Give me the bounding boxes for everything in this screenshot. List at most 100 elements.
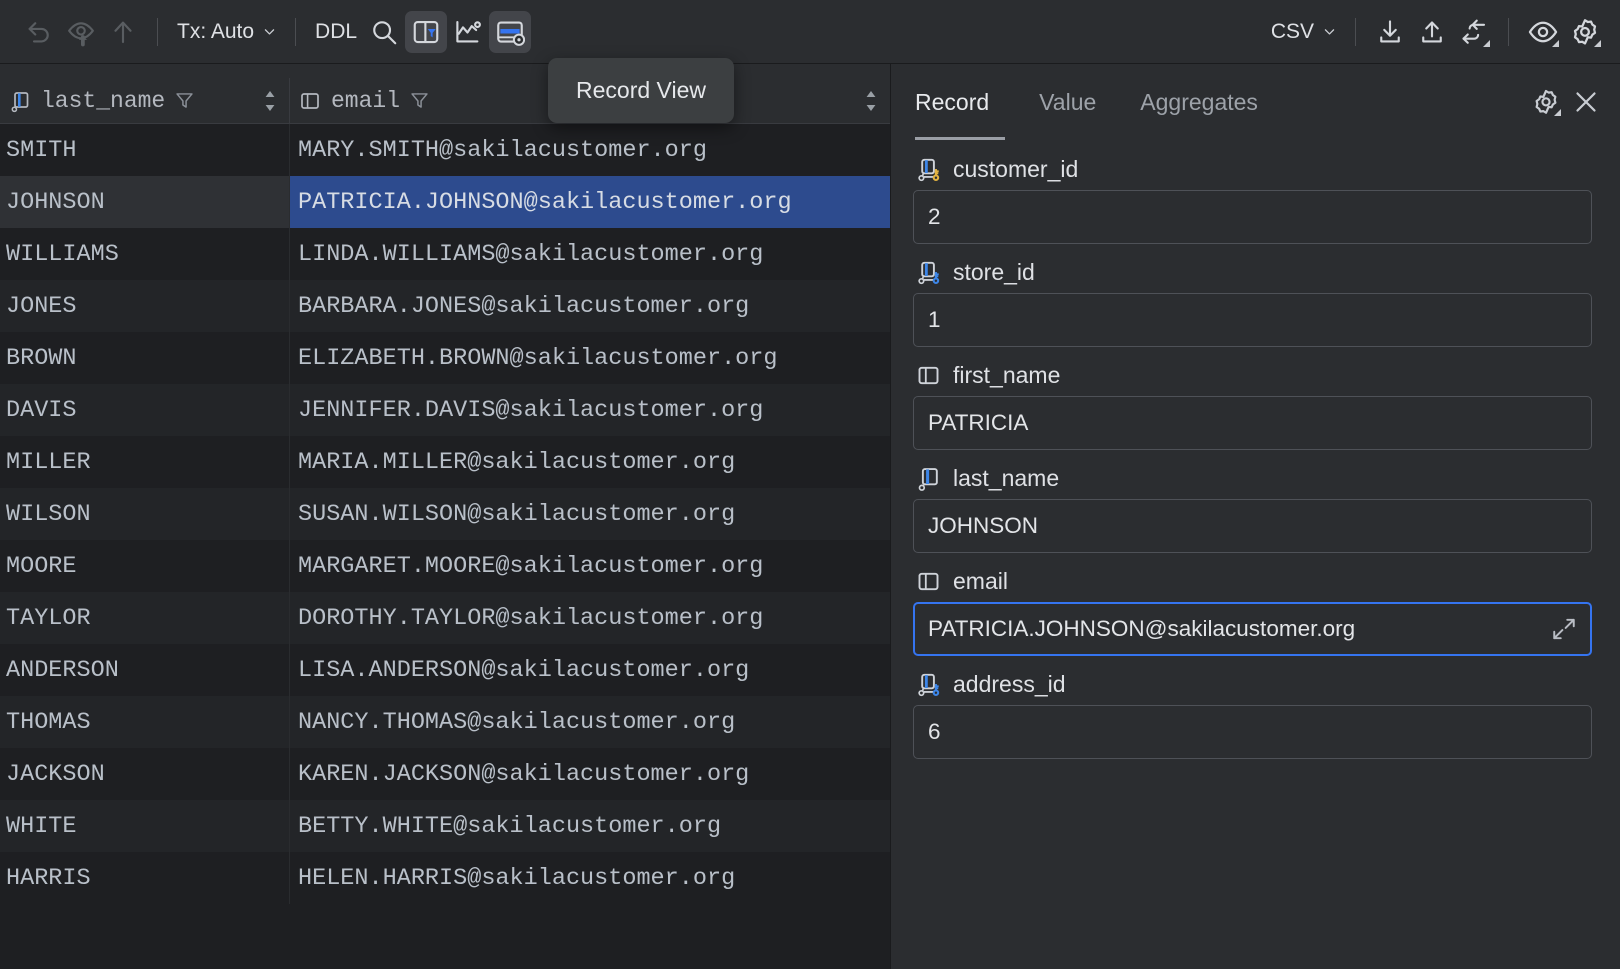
cell-email[interactable]: KAREN.JACKSON@sakilacustomer.org: [290, 748, 890, 800]
funnel-icon[interactable]: [409, 90, 430, 111]
table-row[interactable]: BROWNELIZABETH.BROWN@sakilacustomer.org: [0, 332, 890, 384]
tab-aggregates[interactable]: Aggregates: [1118, 64, 1280, 140]
table-row[interactable]: JOHNSONPATRICIA.JOHNSON@sakilacustomer.o…: [0, 176, 890, 228]
column-header-label: last_name: [41, 88, 165, 114]
dropdown-triangle-icon: [1483, 40, 1490, 47]
table-row[interactable]: WILSONSUSAN.WILSON@sakilacustomer.org: [0, 488, 890, 540]
table-row[interactable]: HARRISHELEN.HARRIS@sakilacustomer.org: [0, 852, 890, 904]
toolbar-divider-1: [157, 18, 158, 46]
table-row[interactable]: TAYLORDOROTHY.TAYLOR@sakilacustomer.org: [0, 592, 890, 644]
sort-toggle-last-name[interactable]: [261, 88, 279, 114]
cell-email[interactable]: BETTY.WHITE@sakilacustomer.org: [290, 800, 890, 852]
record-field-name: first_name: [953, 362, 1060, 389]
cell-last-name[interactable]: ANDERSON: [0, 644, 290, 696]
cell-email[interactable]: HELEN.HARRIS@sakilacustomer.org: [290, 852, 890, 904]
cell-last-name[interactable]: JACKSON: [0, 748, 290, 800]
cell-last-name[interactable]: WILLIAMS: [0, 228, 290, 280]
eye-icon[interactable]: [1522, 11, 1564, 53]
cell-last-name[interactable]: SMITH: [0, 124, 290, 176]
cell-email[interactable]: SUSAN.WILSON@sakilacustomer.org: [290, 488, 890, 540]
funnel-icon[interactable]: [174, 90, 195, 111]
cell-email[interactable]: JENNIFER.DAVIS@sakilacustomer.org: [290, 384, 890, 436]
toolbar-divider-2: [295, 18, 296, 46]
cell-email[interactable]: PATRICIA.JOHNSON@sakilacustomer.org: [290, 176, 890, 228]
download-icon[interactable]: [1369, 11, 1411, 53]
gear-icon[interactable]: [1526, 82, 1566, 122]
cell-email[interactable]: DOROTHY.TAYLOR@sakilacustomer.org: [290, 592, 890, 644]
column-icon: [915, 362, 942, 389]
cell-last-name[interactable]: MOORE: [0, 540, 290, 592]
column-indexed-icon: [8, 89, 32, 113]
chevron-down-icon: [263, 25, 276, 38]
record-field: emailPATRICIA.JOHNSON@sakilacustomer.org: [913, 560, 1592, 656]
record-field-input[interactable]: 1: [913, 293, 1592, 347]
transaction-mode-selector[interactable]: Tx: Auto: [171, 20, 282, 44]
table-row[interactable]: JONESBARBARA.JONES@sakilacustomer.org: [0, 280, 890, 332]
foreign-key-column-icon: [915, 671, 942, 698]
cell-email[interactable]: MARGARET.MOORE@sakilacustomer.org: [290, 540, 890, 592]
cell-last-name[interactable]: DAVIS: [0, 384, 290, 436]
column-header-last-name[interactable]: last_name: [0, 78, 290, 123]
record-fields: customer_id2store_id1first_namePATRICIAl…: [891, 140, 1620, 969]
record-panel: Record Value Aggregates: [890, 64, 1620, 969]
cell-email[interactable]: NANCY.THOMAS@sakilacustomer.org: [290, 696, 890, 748]
record-field-input[interactable]: JOHNSON: [913, 499, 1592, 553]
ddl-button[interactable]: DDL: [309, 20, 363, 44]
cell-last-name[interactable]: JOHNSON: [0, 176, 290, 228]
tab-record[interactable]: Record: [915, 64, 1011, 140]
cell-last-name[interactable]: HARRIS: [0, 852, 290, 904]
transaction-action-group: [18, 11, 144, 53]
toolbar-divider-3: [1355, 18, 1356, 46]
transpose-icon[interactable]: [1453, 11, 1495, 53]
show-filters-toggle[interactable]: [405, 11, 447, 53]
close-icon[interactable]: [1566, 82, 1606, 122]
table-row[interactable]: DAVISJENNIFER.DAVIS@sakilacustomer.org: [0, 384, 890, 436]
record-field-input[interactable]: 6: [913, 705, 1592, 759]
table-row[interactable]: MILLERMARIA.MILLER@sakilacustomer.org: [0, 436, 890, 488]
data-chart-icon[interactable]: [447, 11, 489, 53]
record-field-value: 1: [928, 307, 941, 333]
sort-toggle-email[interactable]: [862, 88, 880, 114]
record-view-toggle[interactable]: [489, 11, 531, 53]
record-field-label: address_id: [913, 663, 1592, 705]
table-row[interactable]: JACKSONKAREN.JACKSON@sakilacustomer.org: [0, 748, 890, 800]
record-field-input[interactable]: PATRICIA.JOHNSON@sakilacustomer.org: [913, 602, 1592, 656]
cell-email[interactable]: MARY.SMITH@sakilacustomer.org: [290, 124, 890, 176]
table-row[interactable]: THOMASNANCY.THOMAS@sakilacustomer.org: [0, 696, 890, 748]
database-data-editor: Tx: Auto DDL: [0, 0, 1620, 969]
gear-icon[interactable]: [1564, 11, 1606, 53]
table-row[interactable]: MOOREMARGARET.MOORE@sakilacustomer.org: [0, 540, 890, 592]
record-field-input[interactable]: 2: [913, 190, 1592, 244]
cell-last-name[interactable]: JONES: [0, 280, 290, 332]
tab-value[interactable]: Value: [1017, 64, 1118, 140]
table-row[interactable]: SMITHMARY.SMITH@sakilacustomer.org: [0, 124, 890, 176]
cell-email[interactable]: MARIA.MILLER@sakilacustomer.org: [290, 436, 890, 488]
cell-email[interactable]: LISA.ANDERSON@sakilacustomer.org: [290, 644, 890, 696]
record-field-input[interactable]: PATRICIA: [913, 396, 1592, 450]
record-field-label: store_id: [913, 251, 1592, 293]
expand-editor-icon[interactable]: [1551, 616, 1577, 642]
cell-last-name[interactable]: BROWN: [0, 332, 290, 384]
cell-email[interactable]: ELIZABETH.BROWN@sakilacustomer.org: [290, 332, 890, 384]
foreign-key-column-icon: [915, 259, 942, 286]
upload-icon[interactable]: [1411, 11, 1453, 53]
cell-last-name[interactable]: THOMAS: [0, 696, 290, 748]
record-field: store_id 1: [913, 251, 1592, 347]
cell-last-name[interactable]: WILSON: [0, 488, 290, 540]
cell-last-name[interactable]: WHITE: [0, 800, 290, 852]
export-format-selector[interactable]: CSV: [1265, 20, 1342, 44]
table-row[interactable]: WILLIAMSLINDA.WILLIAMS@sakilacustomer.or…: [0, 228, 890, 280]
table-row[interactable]: ANDERSONLISA.ANDERSON@sakilacustomer.org: [0, 644, 890, 696]
cell-last-name[interactable]: MILLER: [0, 436, 290, 488]
table-row[interactable]: WHITEBETTY.WHITE@sakilacustomer.org: [0, 800, 890, 852]
cell-email[interactable]: LINDA.WILLIAMS@sakilacustomer.org: [290, 228, 890, 280]
submit-and-commit-icon[interactable]: [60, 11, 102, 53]
record-field-value: 2: [928, 204, 941, 230]
revert-icon[interactable]: [18, 11, 60, 53]
cell-email[interactable]: BARBARA.JONES@sakilacustomer.org: [290, 280, 890, 332]
record-field-name: store_id: [953, 259, 1035, 286]
record-field-label: email: [913, 560, 1592, 602]
search-icon[interactable]: [363, 11, 405, 53]
submit-icon[interactable]: [102, 11, 144, 53]
cell-last-name[interactable]: TAYLOR: [0, 592, 290, 644]
